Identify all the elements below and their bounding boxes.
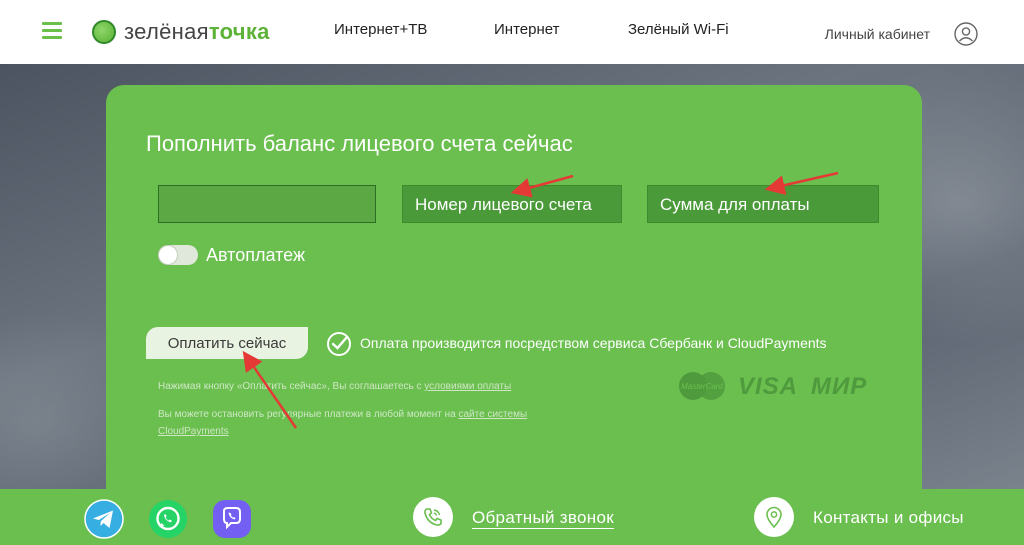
personal-account-link[interactable]: Личный кабинет bbox=[825, 26, 930, 42]
nav-internet[interactable]: Интернет bbox=[494, 21, 559, 38]
account-number-input[interactable]: Номер лицевого счета bbox=[402, 185, 622, 223]
system-site-link[interactable]: сайте системы bbox=[459, 409, 528, 420]
cancel-note: Вы можете остановить регулярные платежи … bbox=[158, 409, 527, 420]
payment-title: Пополнить баланс лицевого счета сейчас bbox=[146, 131, 573, 156]
site-header: зелёная точка Интернет+ТВ Интернет Зелёны… bbox=[0, 0, 1024, 65]
telegram-icon[interactable] bbox=[84, 499, 124, 539]
site-logo[interactable]: зелёная точка bbox=[92, 18, 270, 46]
sberbank-icon bbox=[327, 332, 351, 356]
mastercard-icon: MasterCard bbox=[679, 372, 725, 400]
location-pin-icon bbox=[766, 506, 782, 529]
viber-icon[interactable] bbox=[212, 499, 252, 539]
contacts-link[interactable]: Контакты и офисы bbox=[813, 508, 964, 528]
phone-icon bbox=[424, 508, 442, 526]
logo-text-part1: зелёная bbox=[124, 19, 209, 44]
contacts-pin-icon[interactable] bbox=[754, 497, 794, 537]
payment-terms-link[interactable]: условиями оплаты bbox=[424, 381, 511, 392]
logo-text-part2: точка bbox=[208, 19, 270, 44]
callback-link[interactable]: Обратный звонок bbox=[472, 508, 614, 529]
user-icon[interactable] bbox=[954, 22, 978, 46]
cloudpayments-link[interactable]: CloudPayments bbox=[158, 426, 229, 437]
site-footer: Обратный звонок Контакты и офисы bbox=[0, 489, 1024, 545]
mir-logo: МИР bbox=[811, 373, 868, 400]
cancel-note-line2: CloudPayments bbox=[158, 426, 229, 437]
autopay-toggle[interactable] bbox=[158, 245, 198, 265]
hamburger-icon[interactable] bbox=[42, 22, 62, 40]
agree-note: Нажимая кнопку «Оплатить сейчас», Вы сог… bbox=[158, 381, 511, 392]
visa-logo: VISA bbox=[738, 373, 799, 400]
callback-phone-icon[interactable] bbox=[413, 497, 453, 537]
agree-text: Нажимая кнопку «Оплатить сейчас», Вы сог… bbox=[158, 381, 425, 392]
autopay-label: Автоплатеж bbox=[206, 245, 305, 265]
payment-amount-input[interactable]: Сумма для оплаты bbox=[647, 185, 879, 223]
pay-now-button[interactable]: Оплатить сейчас bbox=[146, 327, 308, 359]
logo-dot-icon bbox=[92, 20, 116, 44]
payment-service-note: Оплата производится посредством сервиса … bbox=[360, 335, 827, 351]
nav-green-wifi[interactable]: Зелёный Wi-Fi bbox=[628, 21, 729, 38]
mastercard-text: MasterCard bbox=[681, 382, 723, 391]
cancel-text: Вы можете остановить регулярные платежи … bbox=[158, 409, 459, 420]
whatsapp-icon[interactable] bbox=[148, 499, 188, 539]
nav-internet-tv[interactable]: Интернет+ТВ bbox=[334, 21, 427, 38]
payment-card: Пополнить баланс лицевого счета сейчас Н… bbox=[106, 85, 922, 505]
payment-input-empty[interactable] bbox=[158, 185, 376, 223]
